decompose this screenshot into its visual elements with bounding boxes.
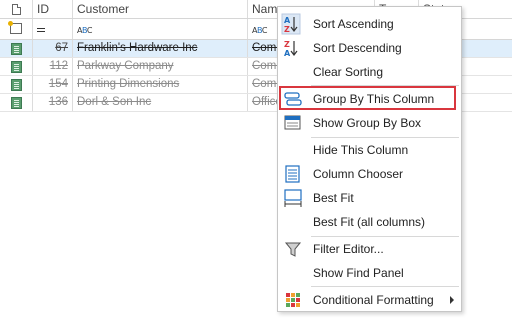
row-indicator[interactable] bbox=[0, 40, 33, 57]
svg-text:Z: Z bbox=[284, 25, 290, 34]
cell-customer[interactable]: Parkway Company bbox=[73, 58, 248, 75]
svg-text:Z: Z bbox=[284, 40, 290, 49]
cell-id[interactable]: 112 bbox=[33, 58, 73, 75]
svg-text:A: A bbox=[284, 16, 291, 25]
contains-operator-icon[interactable]: ABC bbox=[77, 26, 92, 35]
svg-text:A: A bbox=[284, 49, 291, 58]
empty-icon-slot bbox=[279, 138, 309, 162]
menu-item-best-fit-all[interactable]: Best Fit (all columns) bbox=[279, 210, 460, 234]
menu-item-show-find-panel[interactable]: Show Find Panel bbox=[279, 261, 460, 285]
filter-icon bbox=[279, 237, 309, 261]
menu-separator bbox=[311, 286, 459, 287]
menu-item-label: Sort Descending bbox=[313, 41, 402, 55]
cell-customer[interactable]: Dorl & Son Inc bbox=[73, 94, 248, 111]
menu-item-column-chooser[interactable]: Column Chooser bbox=[279, 162, 460, 186]
notebook-icon bbox=[11, 61, 22, 73]
cell-id[interactable]: 136 bbox=[33, 94, 73, 111]
empty-icon-slot bbox=[279, 261, 309, 285]
menu-item-label: Column Chooser bbox=[313, 167, 404, 181]
menu-item-sort-ascending[interactable]: A Z Sort Ascending bbox=[279, 12, 460, 36]
sort-descending-icon: Z A bbox=[279, 36, 309, 60]
header-indicator-cell bbox=[0, 0, 33, 18]
cell-id[interactable]: 67 bbox=[33, 40, 73, 57]
row-indicator[interactable] bbox=[0, 94, 33, 111]
menu-item-clear-sorting[interactable]: Clear Sorting bbox=[279, 60, 460, 84]
column-header-id[interactable]: ID bbox=[33, 0, 73, 18]
menu-item-label: Filter Editor... bbox=[313, 242, 384, 256]
column-header-label: ID bbox=[37, 2, 49, 16]
new-row-cell[interactable] bbox=[0, 19, 33, 39]
menu-item-group-by-column[interactable]: Group By This Column bbox=[279, 87, 460, 111]
notebook-icon bbox=[11, 97, 22, 109]
menu-item-show-group-by-box[interactable]: Show Group By Box bbox=[279, 111, 460, 135]
column-chooser-icon bbox=[279, 162, 309, 186]
menu-item-label: Hide This Column bbox=[313, 143, 409, 157]
notebook-icon bbox=[11, 43, 22, 55]
document-icon bbox=[12, 4, 21, 15]
menu-item-filter-editor[interactable]: Filter Editor... bbox=[279, 237, 460, 261]
equals-operator-icon[interactable] bbox=[37, 28, 45, 32]
new-row-icon bbox=[8, 21, 22, 34]
column-header-label: Customer bbox=[77, 2, 130, 16]
group-box-icon bbox=[279, 111, 309, 135]
menu-item-best-fit[interactable]: Best Fit bbox=[279, 186, 460, 210]
menu-item-hide-column[interactable]: Hide This Column bbox=[279, 138, 460, 162]
submenu-arrow-icon bbox=[450, 296, 454, 304]
filter-cell-id[interactable] bbox=[33, 19, 73, 39]
cell-customer[interactable]: Printing Dimensions bbox=[73, 76, 248, 93]
menu-item-conditional-formatting[interactable]: Conditional Formatting bbox=[279, 288, 460, 312]
menu-separator bbox=[311, 85, 459, 86]
menu-item-sort-descending[interactable]: Z A Sort Descending bbox=[279, 36, 460, 60]
filter-cell-customer[interactable]: ABC bbox=[73, 19, 248, 39]
row-indicator[interactable] bbox=[0, 76, 33, 93]
column-context-menu: A Z Sort Ascending Z A Sort Descending C… bbox=[277, 6, 462, 312]
cell-customer[interactable]: Franklin's Hardware Inc bbox=[73, 40, 248, 57]
notebook-icon bbox=[11, 79, 22, 91]
group-by-icon bbox=[279, 87, 309, 111]
row-indicator[interactable] bbox=[0, 58, 33, 75]
menu-item-label: Sort Ascending bbox=[313, 17, 394, 31]
contains-operator-icon[interactable]: ABC bbox=[252, 26, 267, 35]
menu-item-label: Best Fit bbox=[313, 191, 354, 205]
column-header-customer[interactable]: Customer bbox=[73, 0, 248, 18]
menu-item-label: Show Find Panel bbox=[313, 266, 404, 280]
menu-item-label: Best Fit (all columns) bbox=[313, 215, 426, 229]
menu-item-label: Show Group By Box bbox=[313, 116, 422, 130]
empty-icon-slot bbox=[279, 210, 309, 234]
conditional-formatting-icon bbox=[279, 288, 309, 312]
menu-item-label: Conditional Formatting bbox=[313, 293, 434, 307]
cell-id[interactable]: 154 bbox=[33, 76, 73, 93]
sort-ascending-icon: A Z bbox=[279, 12, 309, 36]
menu-item-label: Group By This Column bbox=[313, 92, 435, 106]
menu-item-label: Clear Sorting bbox=[313, 65, 384, 79]
empty-icon-slot bbox=[279, 60, 309, 84]
best-fit-icon bbox=[279, 186, 309, 210]
